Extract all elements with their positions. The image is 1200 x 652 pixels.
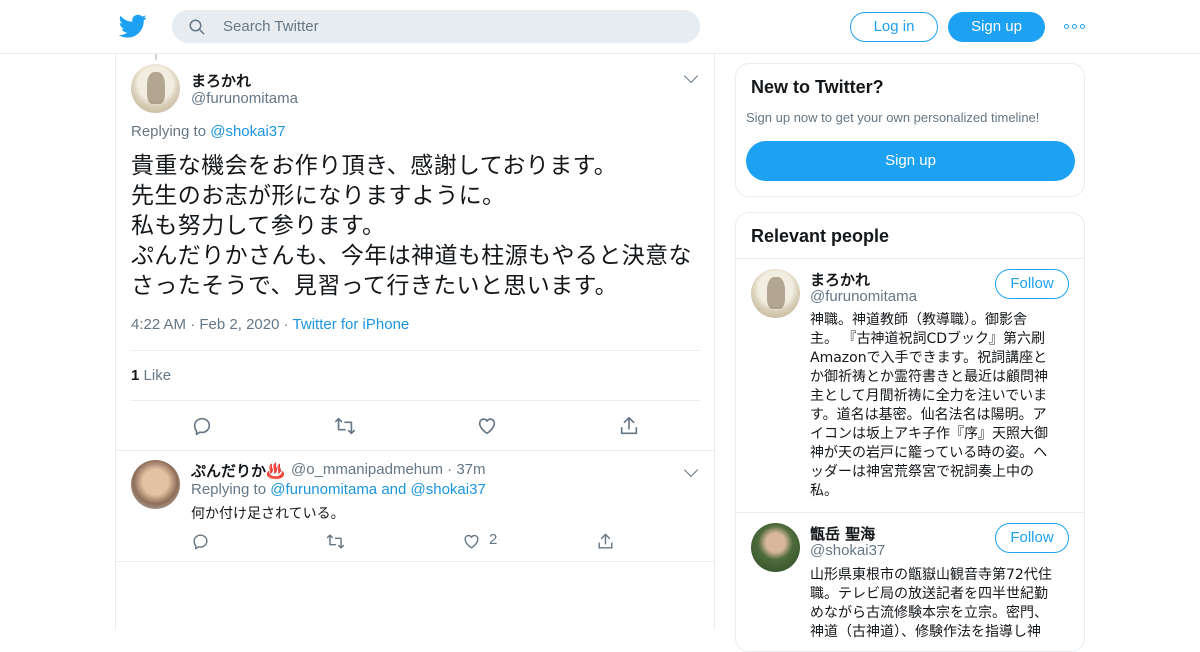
- card-title: New to Twitter?: [751, 77, 884, 97]
- login-button[interactable]: Log in: [850, 12, 938, 42]
- twitter-bird-icon[interactable]: [119, 12, 147, 40]
- reply-icon[interactable]: [191, 532, 210, 551]
- divider: [116, 561, 715, 562]
- bio-line: 神職。神道教師（教導職）。御影舎: [810, 312, 1027, 328]
- avatar[interactable]: [131, 460, 180, 509]
- bio-line: 主として月間祈祷に全力を注いでいま: [810, 388, 1048, 404]
- bio-line: Amazonで入手できます。祝詞講座と: [810, 350, 1048, 366]
- reply-text: 何か付け足されている。: [191, 506, 345, 522]
- bio-line: か御祈祷とか霊符書きと最近は顧問神: [810, 369, 1048, 385]
- retweet-icon[interactable]: [325, 532, 346, 551]
- tweet-text: 貴重な機会をお作り頂き、感謝しております。 先生のお志が形になりますように。 私…: [131, 151, 701, 301]
- divider: [736, 512, 1084, 513]
- top-navigation-bar: Search Twitter Log in Sign up: [0, 0, 1200, 54]
- bio-line: 神道（古神道）、修験作法を指導し神: [810, 624, 1041, 640]
- retweet-icon[interactable]: [333, 415, 357, 437]
- bio-line: 私。: [810, 483, 838, 499]
- reply-author-meta: @o_mmanipadmehum · 37m: [291, 461, 486, 478]
- card-title: Relevant people: [751, 226, 890, 246]
- reply-author-handle[interactable]: @o_mmanipadmehum: [291, 461, 443, 478]
- bio-line: す。道名は基密。仙名法名は陽明。ア: [810, 407, 1047, 423]
- reply-icon[interactable]: [191, 415, 213, 437]
- person-handle[interactable]: @shokai37: [810, 542, 885, 559]
- reply-like-count: 2: [489, 531, 498, 548]
- thread-connector-line: [155, 54, 157, 60]
- sidebar-signup-button[interactable]: Sign up: [746, 141, 1075, 181]
- reply-age[interactable]: 37m: [456, 461, 485, 478]
- new-to-twitter-card: New to Twitter? Sign up now to get your …: [735, 63, 1085, 197]
- tweet-metadata: 4:22 AM · Feb 2, 2020 · Twitter for iPho…: [131, 316, 409, 333]
- avatar[interactable]: [131, 64, 180, 113]
- reply-replying-to: Replying to @furunomitama and @shokai37: [191, 481, 486, 498]
- search-icon: [189, 19, 205, 35]
- follow-button[interactable]: Follow: [995, 523, 1069, 553]
- chevron-down-icon[interactable]: [683, 68, 699, 84]
- tweet-author-name[interactable]: まろかれ: [191, 70, 251, 91]
- share-icon[interactable]: [618, 415, 640, 437]
- tweet-time[interactable]: 4:22 AM: [131, 316, 186, 333]
- bio-line: 職。テレビ局の放送記者を四半世紀勤: [810, 586, 1048, 602]
- more-icon[interactable]: [1064, 24, 1086, 30]
- separator-dot: ·: [190, 316, 200, 333]
- bio-line: 山形県東根市の甑嶽山観音寺第72代住: [810, 567, 1052, 583]
- signup-button[interactable]: Sign up: [948, 12, 1045, 42]
- divider: [131, 350, 700, 351]
- divider: [736, 258, 1084, 259]
- relevant-people-card: Relevant people まろかれ @furunomitama Follo…: [735, 212, 1085, 652]
- avatar[interactable]: [751, 269, 800, 318]
- search-placeholder: Search Twitter: [223, 18, 319, 35]
- search-input[interactable]: Search Twitter: [172, 10, 700, 43]
- tweet-text-line: 先生のお志が形になりますように。: [131, 183, 506, 209]
- chevron-down-icon[interactable]: [683, 462, 699, 478]
- tweet-text-line: 貴重な機会をお作り頂き、感謝しております。: [131, 153, 618, 179]
- tweet-text-line: さったそうで、見習って行きたいと思います。: [131, 273, 619, 299]
- person-bio: 神職。神道教師（教導職）。御影舎 主。 『古神道祝詞CDブック』第六刷 Amaz…: [810, 311, 1072, 501]
- tweet-thread: まろかれ @furunomitama Replying to @shokai37…: [115, 54, 715, 630]
- tweet-author-handle[interactable]: @furunomitama: [191, 90, 298, 107]
- replying-to-link[interactable]: @furunomitama and @shokai37: [270, 481, 486, 498]
- like-count: 1: [131, 367, 140, 384]
- replying-to-link[interactable]: @shokai37: [210, 123, 285, 140]
- bio-line: 主。 『古神道祝詞CDブック』第六刷: [810, 331, 1046, 347]
- bio-line: めながら古流修験本宗を立宗。密門、: [810, 605, 1048, 621]
- person-handle[interactable]: @furunomitama: [810, 288, 917, 305]
- bio-line: 神が天の岩戸に籠っている時の姿。ヘ: [810, 445, 1048, 461]
- divider: [131, 400, 700, 401]
- tweet-text-line: ぷんだりかさんも、今年は神道も柱源もやると決意な: [131, 243, 692, 269]
- like-summary[interactable]: 1 Like: [131, 367, 171, 384]
- tweet-text-line: 私も努力して参ります。: [131, 213, 386, 239]
- replying-prefix: Replying to: [131, 123, 207, 140]
- like-icon[interactable]: [462, 532, 481, 551]
- separator-dot: ·: [283, 316, 293, 333]
- reply-author-name[interactable]: ぷんだりか♨️: [191, 460, 285, 481]
- person-name[interactable]: まろかれ: [810, 269, 870, 290]
- like-label: Like: [143, 367, 172, 384]
- separator-dot: ·: [447, 461, 457, 478]
- bio-line: イコンは坂上アキ子作『序』天照大御: [810, 426, 1048, 442]
- person-name[interactable]: 甑岳 聖海: [810, 523, 875, 544]
- divider: [116, 450, 715, 451]
- share-icon[interactable]: [596, 532, 615, 551]
- person-bio: 山形県東根市の甑嶽山観音寺第72代住 職。テレビ局の放送記者を四半世紀勤 めなが…: [810, 566, 1072, 642]
- follow-button[interactable]: Follow: [995, 269, 1069, 299]
- tweet-source[interactable]: Twitter for iPhone: [293, 316, 410, 333]
- avatar[interactable]: [751, 523, 800, 572]
- replying-to: Replying to @shokai37: [131, 123, 286, 140]
- replying-prefix: Replying to: [191, 481, 267, 498]
- tweet-date[interactable]: Feb 2, 2020: [199, 316, 279, 333]
- like-icon[interactable]: [476, 415, 498, 437]
- card-subtitle: Sign up now to get your own personalized…: [746, 110, 1040, 125]
- bio-line: ッダーは神宮荒祭宮で祝詞奏上中の: [810, 464, 1034, 480]
